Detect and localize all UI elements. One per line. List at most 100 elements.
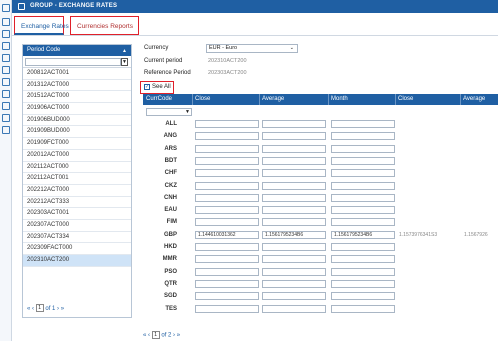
prev-page-icon[interactable]: ‹ bbox=[148, 333, 150, 339]
page-number-input[interactable]: 1 bbox=[35, 304, 44, 313]
list-icon[interactable] bbox=[2, 66, 10, 74]
rate-input-month[interactable] bbox=[331, 132, 395, 141]
prev-page-icon[interactable]: ‹ bbox=[32, 306, 34, 312]
rate-input-average[interactable] bbox=[262, 292, 326, 301]
rate-input-average[interactable] bbox=[262, 255, 326, 264]
rate-input-month[interactable] bbox=[331, 255, 395, 264]
period-list-item[interactable]: 202307ACT334 bbox=[23, 232, 131, 244]
home-icon[interactable] bbox=[2, 4, 10, 12]
rate-input-average[interactable] bbox=[262, 169, 326, 178]
rate-input-close[interactable] bbox=[195, 218, 259, 227]
rate-input-close[interactable]: 1.144610031362 bbox=[195, 230, 259, 239]
rate-input-close[interactable] bbox=[195, 292, 259, 301]
rate-input-close[interactable] bbox=[195, 169, 259, 178]
period-list-item[interactable]: 201512ACT000 bbox=[23, 91, 131, 104]
next-page-icon[interactable]: › bbox=[57, 306, 59, 312]
page-number-input[interactable]: 1 bbox=[151, 331, 160, 339]
rate-input-average[interactable] bbox=[262, 181, 326, 190]
filter-icon[interactable]: ▼ bbox=[185, 109, 190, 115]
rate-input-average[interactable] bbox=[262, 267, 326, 276]
rate-input-close[interactable] bbox=[195, 267, 259, 276]
column-header-currcode[interactable]: CurrCode bbox=[146, 96, 172, 102]
rate-input-close[interactable] bbox=[195, 193, 259, 202]
rate-input-close[interactable] bbox=[195, 206, 259, 215]
rate-input-average[interactable] bbox=[262, 193, 326, 202]
rate-input-month[interactable] bbox=[331, 193, 395, 202]
rate-input-close[interactable] bbox=[195, 120, 259, 128]
chart-icon[interactable] bbox=[2, 78, 10, 86]
see-all-checkbox-group[interactable]: ✓ See All bbox=[140, 81, 174, 94]
rate-input-month[interactable] bbox=[331, 120, 395, 128]
first-page-icon[interactable]: « bbox=[143, 333, 146, 339]
rate-input-month[interactable] bbox=[331, 206, 395, 215]
period-code-header[interactable]: Period Code ▲ bbox=[23, 45, 131, 56]
building-icon[interactable] bbox=[2, 18, 10, 26]
rate-input-month[interactable] bbox=[331, 267, 395, 276]
period-list-item[interactable]: 201909FCT000 bbox=[23, 138, 131, 150]
rate-input-close[interactable] bbox=[195, 304, 259, 313]
rate-input-average[interactable]: 1.1561795234B6 bbox=[262, 230, 326, 239]
period-filter-input[interactable] bbox=[25, 58, 121, 66]
rate-input-close[interactable] bbox=[195, 255, 259, 264]
column-header-average[interactable]: Average bbox=[262, 96, 284, 102]
rate-input-month[interactable] bbox=[331, 144, 395, 153]
rate-input-close[interactable] bbox=[195, 181, 259, 190]
period-list-item[interactable]: 201906ACT000 bbox=[23, 103, 131, 115]
rate-input-month[interactable] bbox=[331, 304, 395, 313]
first-page-icon[interactable]: « bbox=[27, 306, 30, 312]
column-header-close-ref[interactable]: Close bbox=[398, 96, 413, 102]
rate-input-average[interactable] bbox=[262, 243, 326, 251]
period-list-item[interactable]: 200812ACT001 bbox=[23, 68, 131, 80]
period-list-item[interactable]: 202112ACT000 bbox=[23, 162, 131, 174]
rate-input-close[interactable] bbox=[195, 144, 259, 153]
rate-input-month[interactable] bbox=[331, 169, 395, 178]
column-header-month[interactable]: Month bbox=[331, 96, 348, 102]
user-icon[interactable] bbox=[2, 126, 10, 134]
rate-input-average[interactable] bbox=[262, 279, 326, 288]
period-list-item[interactable]: 201312ACT000 bbox=[23, 80, 131, 92]
tools-icon[interactable] bbox=[2, 114, 10, 122]
rate-input-average[interactable] bbox=[262, 144, 326, 153]
next-page-icon[interactable]: › bbox=[173, 333, 175, 339]
period-list-item[interactable]: 202303ACT001 bbox=[23, 208, 131, 220]
transfer-icon[interactable] bbox=[2, 90, 10, 98]
currcode-filter-input[interactable]: ▼ bbox=[146, 108, 192, 116]
rate-input-average[interactable] bbox=[262, 218, 326, 227]
period-list-item[interactable]: 202012ACT000 bbox=[23, 150, 131, 162]
tab-currencies-reports[interactable]: Currencies Reports bbox=[70, 16, 139, 35]
period-list-item[interactable]: 202309FACT000 bbox=[23, 243, 131, 255]
last-page-icon[interactable]: » bbox=[177, 333, 180, 339]
period-list-item[interactable]: 202307ACT000 bbox=[23, 220, 131, 232]
period-list-item[interactable]: 202212ACT000 bbox=[23, 185, 131, 197]
rate-input-average[interactable] bbox=[262, 132, 326, 141]
column-header-average-ref[interactable]: Average bbox=[463, 96, 485, 102]
period-list-item[interactable]: 202112ACT001 bbox=[23, 173, 131, 185]
filter-icon[interactable]: ▼ bbox=[121, 58, 128, 66]
document-icon[interactable] bbox=[2, 30, 10, 38]
column-header-close[interactable]: Close bbox=[195, 96, 210, 102]
rate-input-month[interactable] bbox=[331, 292, 395, 301]
settings-icon[interactable] bbox=[2, 54, 10, 62]
rate-input-close[interactable] bbox=[195, 279, 259, 288]
rate-input-close[interactable] bbox=[195, 132, 259, 141]
rate-input-month[interactable] bbox=[331, 218, 395, 227]
calendar-icon[interactable] bbox=[2, 102, 10, 110]
rate-input-month[interactable] bbox=[331, 156, 395, 165]
currency-select[interactable]: EUR - Euro ⌄ bbox=[206, 44, 298, 53]
period-list-item[interactable]: 202310ACT200 bbox=[23, 255, 131, 267]
rate-input-month[interactable] bbox=[331, 243, 395, 251]
rate-input-average[interactable] bbox=[262, 304, 326, 313]
period-list-item[interactable]: 201909BUD000 bbox=[23, 126, 131, 139]
rate-input-average[interactable] bbox=[262, 206, 326, 215]
rate-input-close[interactable] bbox=[195, 243, 259, 251]
rate-input-month[interactable]: 1.1561795234B6 bbox=[331, 230, 395, 239]
last-page-icon[interactable]: » bbox=[61, 306, 64, 312]
rate-input-month[interactable] bbox=[331, 181, 395, 190]
see-all-checkbox[interactable]: ✓ bbox=[144, 84, 150, 90]
period-list-item[interactable]: 202212ACT333 bbox=[23, 197, 131, 209]
tab-exchange-rates[interactable]: Exchange Rates bbox=[14, 16, 69, 35]
print-icon[interactable] bbox=[2, 42, 10, 50]
sort-up-icon[interactable]: ▲ bbox=[122, 48, 127, 54]
period-list-item[interactable]: 201906BUD000 bbox=[23, 115, 131, 127]
rate-input-month[interactable] bbox=[331, 279, 395, 288]
